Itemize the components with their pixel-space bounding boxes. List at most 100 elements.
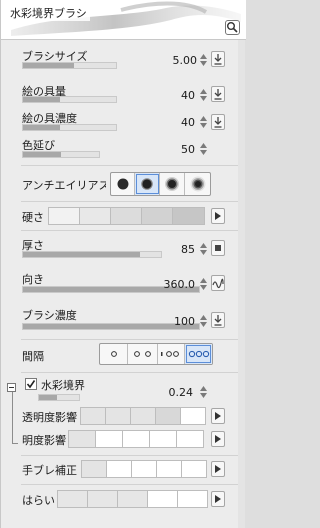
direction-row: 向き 360.0 xyxy=(1,265,239,299)
opacity-effect-level-1[interactable] xyxy=(80,407,106,425)
paint-density-value[interactable]: 40 xyxy=(155,116,195,129)
brush-density-pressure-button[interactable] xyxy=(211,312,225,328)
triangle-right-icon xyxy=(215,212,221,220)
thickness-value[interactable]: 85 xyxy=(155,243,195,256)
taper-row: はらい xyxy=(1,487,239,511)
taper-selector xyxy=(57,490,208,508)
watercolor-edge-checkbox[interactable] xyxy=(25,378,37,390)
brightness-effect-level-4[interactable] xyxy=(149,430,177,448)
download-arrow-icon xyxy=(214,54,222,65)
opacity-effect-row: 透明度影響 xyxy=(1,405,239,427)
spacing-normal-option[interactable] xyxy=(128,344,158,364)
direction-stepper[interactable] xyxy=(199,277,208,291)
opacity-effect-level-3[interactable] xyxy=(130,407,156,425)
stabilization-selector xyxy=(81,460,207,478)
brush-size-row: ブラシサイズ 5.00 xyxy=(1,42,239,72)
paint-density-pressure-button[interactable] xyxy=(211,114,225,130)
watercolor-edge-slider[interactable] xyxy=(38,394,80,401)
opacity-effect-selector xyxy=(80,407,206,425)
stabilization-row: 手ブレ補正 xyxy=(1,457,239,481)
spacing-narrow-option[interactable] xyxy=(100,344,128,364)
brush-size-stepper[interactable] xyxy=(199,53,208,67)
taper-level-3[interactable] xyxy=(117,490,148,508)
stabilization-level-2[interactable] xyxy=(106,460,132,478)
thickness-slider[interactable] xyxy=(22,251,162,258)
antialias-label: アンチエイリアス xyxy=(22,179,106,192)
separator xyxy=(21,372,239,373)
brightness-effect-label: 明度影響 xyxy=(22,434,66,447)
brush-density-value[interactable]: 100 xyxy=(155,315,195,328)
direction-value[interactable]: 360.0 xyxy=(155,278,196,291)
antialias-medium-option[interactable] xyxy=(160,173,185,195)
direction-label: 向き xyxy=(22,273,44,286)
spacing-selector xyxy=(99,343,213,365)
brightness-effect-level-1[interactable] xyxy=(68,430,96,448)
tool-property-panel: 水彩境界ブラシ ブラシサイズ 5.00 絵の具量 40 絵の具濃度 40 色延び… xyxy=(0,0,246,528)
separator xyxy=(21,484,239,485)
hardness-label: 硬さ xyxy=(22,211,44,224)
paint-amount-value[interactable]: 40 xyxy=(155,89,195,102)
watercolor-edge-row: 水彩境界 0.24 xyxy=(1,374,239,444)
brightness-effect-level-5[interactable] xyxy=(176,430,204,448)
stabilization-expand-button[interactable] xyxy=(211,461,225,477)
color-stretch-stepper[interactable] xyxy=(199,142,208,156)
spacing-wide-option[interactable] xyxy=(158,344,185,364)
brightness-effect-level-3[interactable] xyxy=(122,430,150,448)
color-stretch-slider[interactable] xyxy=(22,151,100,158)
stabilization-level-3[interactable] xyxy=(131,460,157,478)
hardness-level-1[interactable] xyxy=(48,207,80,225)
direction-settings-button[interactable] xyxy=(211,275,225,291)
color-stretch-row: 色延び 50 xyxy=(1,134,239,160)
magnifier-icon[interactable] xyxy=(225,20,240,35)
paint-amount-slider[interactable] xyxy=(22,96,117,103)
brush-density-stepper[interactable] xyxy=(199,314,208,328)
antialias-weak-option[interactable] xyxy=(135,173,160,195)
opacity-effect-expand-button[interactable] xyxy=(211,408,225,424)
antialias-strong-option[interactable] xyxy=(185,173,210,195)
opacity-effect-level-2[interactable] xyxy=(105,407,131,425)
opacity-effect-level-4[interactable] xyxy=(155,407,181,425)
brightness-effect-expand-button[interactable] xyxy=(211,431,225,447)
brush-size-slider[interactable] xyxy=(22,62,117,69)
taper-level-2[interactable] xyxy=(87,490,118,508)
color-stretch-value[interactable]: 50 xyxy=(155,143,195,156)
hardness-level-4[interactable] xyxy=(141,207,173,225)
hardness-expand-button[interactable] xyxy=(211,208,225,224)
taper-level-1[interactable] xyxy=(57,490,88,508)
watercolor-edge-value[interactable]: 0.24 xyxy=(153,386,194,399)
taper-level-5[interactable] xyxy=(177,490,208,508)
paint-density-stepper[interactable] xyxy=(199,115,208,129)
thickness-stepper[interactable] xyxy=(199,242,208,256)
stabilization-level-4[interactable] xyxy=(156,460,182,478)
paint-density-row: 絵の具濃度 40 xyxy=(1,107,239,133)
stabilization-level-1[interactable] xyxy=(81,460,107,478)
thickness-row: 厚さ 85 xyxy=(1,232,239,262)
separator xyxy=(21,201,239,202)
paint-amount-pressure-button[interactable] xyxy=(211,86,225,102)
watercolor-edge-stepper[interactable] xyxy=(199,385,208,399)
hardness-level-5[interactable] xyxy=(172,207,205,225)
hardness-level-2[interactable] xyxy=(79,207,111,225)
paint-amount-stepper[interactable] xyxy=(199,88,208,102)
spacing-row: 間隔 xyxy=(1,341,239,369)
antialias-none-option[interactable] xyxy=(111,173,135,195)
paint-density-slider[interactable] xyxy=(22,124,117,131)
download-arrow-icon xyxy=(214,89,222,100)
opacity-effect-level-5[interactable] xyxy=(180,407,206,425)
brush-preview-header: 水彩境界ブラシ xyxy=(1,0,246,40)
brightness-effect-row: 明度影響 xyxy=(1,428,239,450)
taper-level-4[interactable] xyxy=(147,490,178,508)
stabilization-level-5[interactable] xyxy=(181,460,207,478)
checkmark-icon xyxy=(26,380,36,389)
spacing-label: 間隔 xyxy=(22,350,44,363)
taper-expand-button[interactable] xyxy=(211,491,225,507)
brush-size-value[interactable]: 5.00 xyxy=(157,54,198,67)
thickness-settings-button[interactable] xyxy=(211,240,225,256)
collapse-toggle[interactable] xyxy=(7,383,16,392)
vertical-scrollbar[interactable] xyxy=(238,40,245,528)
opacity-effect-label: 透明度影響 xyxy=(22,411,77,424)
pressure-settings-button[interactable] xyxy=(211,51,225,67)
hardness-level-3[interactable] xyxy=(110,207,142,225)
spacing-fixed-option[interactable] xyxy=(185,344,212,364)
brightness-effect-level-2[interactable] xyxy=(95,430,123,448)
